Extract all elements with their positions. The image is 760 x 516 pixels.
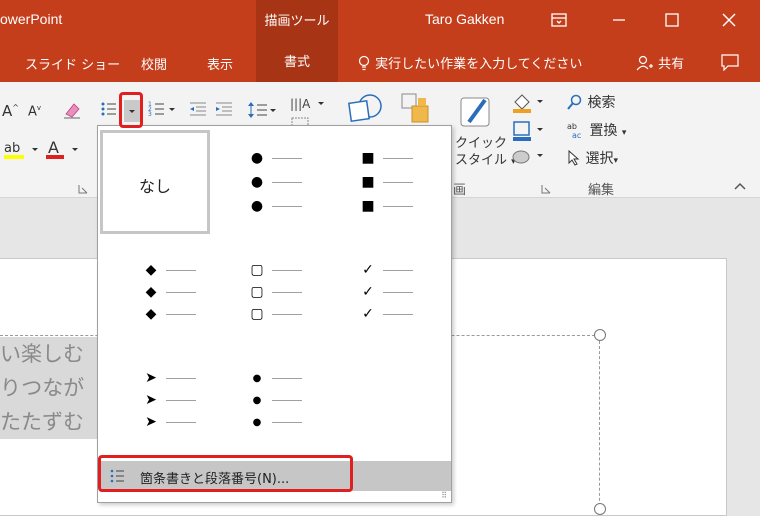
filled-circle-icon: ● [250,198,264,214]
editing-group-label: 編集 [588,183,615,198]
svg-text:|||A: |||A [290,97,311,111]
line-spacing-icon[interactable] [247,100,277,124]
bullet-option-arrow[interactable]: ➤ ➤ ➤ [100,352,210,456]
arrowhead-icon: ➤ [145,370,157,386]
replace-button[interactable]: ab ac 置換 ▾ [567,120,626,140]
select-button[interactable]: 選択▾ [567,148,618,168]
bullet-none-label: なし [138,177,171,196]
context-tab-group: 描画ツール [256,0,338,43]
collapse-ribbon-icon[interactable] [734,179,746,195]
small-dot-icon: ● [252,416,262,428]
tell-me-text: 実行したい作業を入力してください [375,57,583,72]
maximize-icon[interactable] [660,8,684,32]
drawing-group-label: 画 [453,183,467,198]
tell-me-box[interactable]: 実行したい作業を入力してください [357,53,582,72]
close-icon[interactable] [717,8,741,32]
replace-label: 置換 [589,123,618,139]
shape-fill-icon[interactable] [511,92,545,118]
comment-icon[interactable] [720,53,740,75]
hollow-square-icon: ▢ [250,306,264,322]
tab-review[interactable]: 校閲 [141,54,167,73]
font-color-icon[interactable]: A [44,138,84,166]
user-name[interactable]: Taro Gakken [425,11,504,27]
shape-effects-icon[interactable] [511,148,545,170]
filled-square-icon: ■ [361,198,375,214]
resize-handle[interactable] [594,503,606,515]
shape-outline-icon[interactable] [511,120,545,146]
find-label: 検索 [587,95,616,111]
highlight-box-dropdown-arrow [119,92,143,128]
svg-text:3: 3 [148,111,152,118]
hollow-square-icon: ▢ [250,262,264,278]
slide-text-line[interactable]: りつなが [0,371,98,405]
highlight-box-menu-item [98,455,353,492]
person-add-icon [636,55,653,71]
quick-styles-icon[interactable] [459,94,495,134]
decrease-indent-icon[interactable] [188,100,208,122]
arrowhead-icon: ➤ [145,414,157,430]
font-dialog-launcher-icon[interactable] [78,182,88,198]
numbering-icon[interactable]: 123 [148,100,176,122]
ribbon-display-options-icon[interactable] [547,8,571,32]
filled-circle-icon: ● [250,174,264,190]
small-dot-icon: ● [252,394,262,406]
bullet-option-none[interactable]: なし [100,130,210,234]
small-dot-icon: ● [252,372,262,384]
filled-square-icon: ■ [361,150,375,166]
bullets-gallery: なし ● ● ● ■ ■ ■ ◆ ◆ ◆ ▢ ▢ ▢ ✓ ✓ ✓ ➤ ➤ ➤ ●… [97,125,452,503]
checkmark-icon: ✓ [362,306,374,322]
bullet-option-filled-square[interactable]: ■ ■ ■ [335,130,445,234]
bullet-option-small-dot[interactable]: ● ● ● [220,352,330,456]
arrowhead-icon: ➤ [145,392,157,408]
checkmark-icon: ✓ [362,284,374,300]
grow-font-icon[interactable]: A^ [2,102,19,120]
bullet-option-diamond[interactable]: ◆ ◆ ◆ [100,244,210,348]
diamond-icon: ◆ [145,284,157,300]
slide-text-line[interactable]: たたずむ [0,405,98,439]
bullet-option-checkmark[interactable]: ✓ ✓ ✓ [335,244,445,348]
clear-format-icon[interactable] [62,100,82,124]
share-label: 共有 [658,57,685,72]
resize-grip-icon[interactable]: ⠿ [441,491,447,500]
hollow-square-icon: ▢ [250,284,264,300]
bullet-option-filled-round[interactable]: ● ● ● [220,130,330,234]
svg-text:ab: ab [4,141,20,156]
filled-circle-icon: ● [250,150,264,166]
slide-text-line[interactable]: い楽しむ [0,337,98,371]
quick-styles-label[interactable]: クイック スタイル ▾ [455,135,516,171]
diamond-icon: ◆ [145,306,157,322]
tab-view[interactable]: 表示 [207,54,233,73]
ribbon-tabs: スライド ショー 校閲 表示 書式 実行したい作業を入力してください 共有 [0,43,760,82]
title-bar: owerPoint 描画ツール Taro Gakken [0,0,760,43]
quick-styles-label-1: クイック [455,136,508,151]
svg-text:ab: ab [567,122,577,131]
drawing-dialog-launcher-icon[interactable] [541,182,551,198]
select-label: 選択 [585,151,614,167]
share-button[interactable]: 共有 [636,53,684,72]
app-title: owerPoint [0,11,63,27]
svg-text:ac: ac [572,131,581,139]
svg-text:A: A [48,138,59,157]
shrink-font-icon[interactable]: Av [28,104,41,119]
checkmark-icon: ✓ [362,262,374,278]
search-icon [567,94,582,110]
quick-styles-label-2: スタイル [455,153,508,168]
diamond-icon: ◆ [145,262,157,278]
tab-slideshow[interactable]: スライド ショー [25,54,120,73]
tab-format[interactable]: 書式 [256,43,338,82]
highlight-color-icon[interactable]: ab [2,138,42,166]
minimize-icon[interactable] [607,8,631,32]
increase-indent-icon[interactable] [214,100,234,122]
replace-icon: abac [567,122,581,140]
filled-square-icon: ■ [361,174,375,190]
resize-handle[interactable] [594,329,606,341]
bullets-icon[interactable] [100,100,118,122]
find-button[interactable]: 検索 [567,92,615,112]
text-box-border-right [599,341,600,511]
bullet-option-hollow-square[interactable]: ▢ ▢ ▢ [220,244,330,348]
cursor-icon [568,149,580,166]
lightbulb-icon [358,55,370,71]
